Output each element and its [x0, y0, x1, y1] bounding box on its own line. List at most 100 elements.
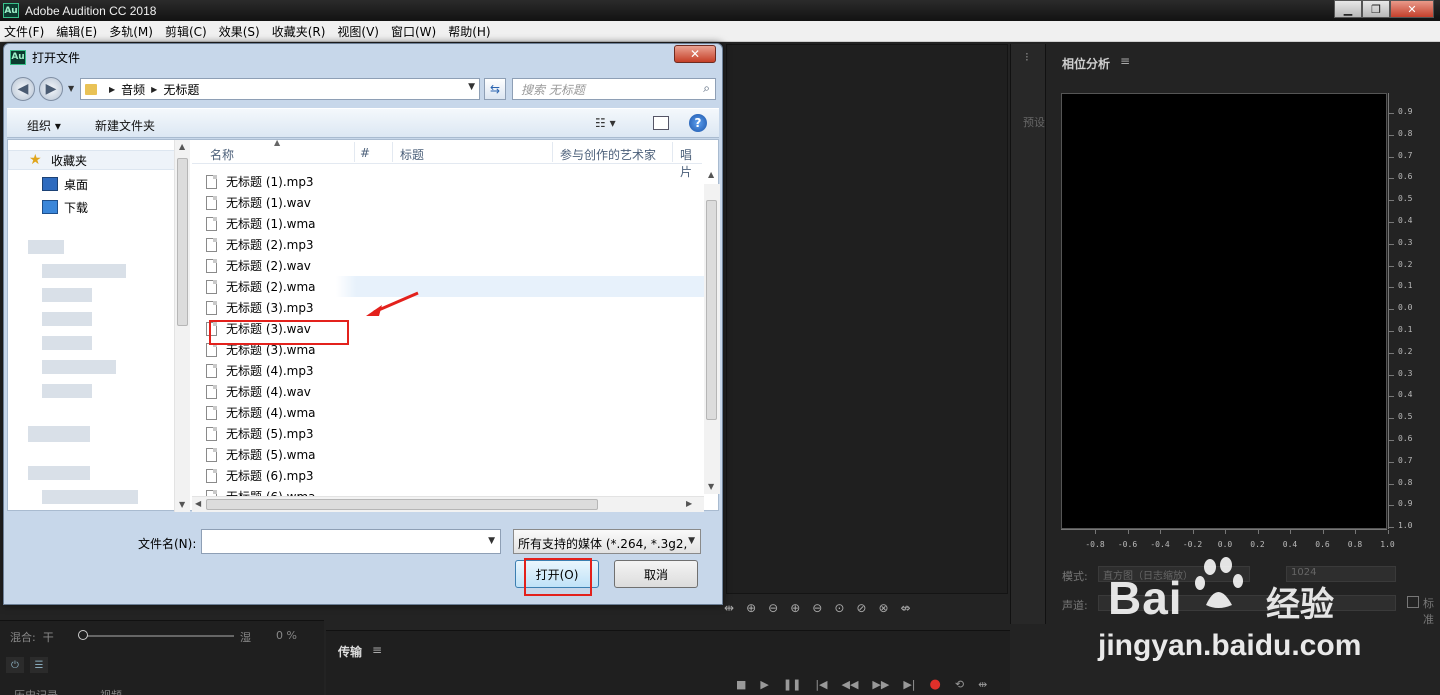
menu-favorites[interactable]: 收藏夹(R) [272, 23, 326, 40]
menu-clip[interactable]: 剪辑(C) [165, 23, 207, 40]
breadcrumb-audio[interactable]: 音频 [121, 81, 145, 98]
file-row[interactable]: 无标题 (2).wav [206, 255, 706, 276]
file-row[interactable]: 无标题 (3).mp3 [206, 297, 706, 318]
scroll-up-icon[interactable]: ▲ [179, 142, 185, 151]
horizontal-scrollbar[interactable]: ◀ ▶ [192, 496, 704, 512]
power-icon[interactable]: ⏻ [6, 657, 24, 673]
file-row[interactable]: 无标题 (6).mp3 [206, 465, 706, 486]
file-row[interactable]: 无标题 (4).wav [206, 381, 706, 402]
file-scrollbar[interactable]: ▲ ▼ [704, 170, 720, 494]
scroll-up-icon[interactable]: ▲ [708, 170, 714, 179]
scroll-down-icon[interactable]: ▼ [708, 482, 714, 491]
file-row[interactable]: 无标题 (5).wma [206, 444, 706, 465]
preview-pane-icon[interactable] [653, 116, 669, 130]
zoom-selection-icon[interactable]: ⊘ [856, 601, 866, 615]
list-icon[interactable]: ☰ [30, 657, 48, 673]
file-row[interactable]: 无标题 (1).mp3 [206, 171, 706, 192]
history-tab[interactable]: 历史记录 [14, 687, 58, 695]
x-axis: -0.8 -0.6 -0.4 -0.2 0.0 0.2 0.4 0.6 0.8 1.0 [1061, 529, 1395, 549]
filetype-dropdown-icon[interactable]: ▼ [688, 536, 695, 546]
zoom-full-icon[interactable]: ⊙ [834, 601, 844, 615]
nav-downloads[interactable]: 下载 [8, 197, 178, 217]
skip-back-icon[interactable]: |◀ [815, 678, 827, 691]
rewind-icon[interactable]: ◀◀ [841, 678, 858, 691]
stop-icon[interactable]: ■ [736, 678, 746, 691]
fast-forward-icon[interactable]: ▶▶ [872, 678, 889, 691]
nav-scroll-thumb[interactable] [177, 158, 188, 326]
file-row[interactable]: 无标题 (1).wma [206, 213, 706, 234]
filename-input[interactable]: ▼ [201, 529, 501, 554]
scroll-right-icon[interactable]: ▶ [686, 499, 692, 508]
chevron-right-icon[interactable]: ▶ [109, 85, 115, 94]
menu-window[interactable]: 窗口(W) [391, 23, 436, 40]
zoom-in-amplitude-icon[interactable]: ⊕ [746, 601, 756, 615]
nav-favorites[interactable]: ★ 收藏夹 [8, 150, 178, 170]
play-icon[interactable]: ▶ [760, 678, 768, 691]
search-input[interactable]: 搜索 无标题 ⌕ [512, 78, 716, 100]
close-icon[interactable]: ✕ [1390, 0, 1434, 18]
mix-slider-track[interactable] [84, 635, 234, 637]
scroll-down-icon[interactable]: ▼ [179, 500, 185, 509]
zoom-in-time-icon[interactable]: ⊕ [790, 601, 800, 615]
refresh-icon[interactable]: ⇆ [484, 78, 506, 100]
menu-view[interactable]: 视图(V) [337, 23, 379, 40]
minimize-icon[interactable]: ▁ [1334, 0, 1362, 18]
skip-selection-icon[interactable]: ⇹ [978, 678, 987, 691]
maximize-icon[interactable]: ❐ [1362, 0, 1390, 18]
cancel-button[interactable]: 取消 [614, 560, 698, 588]
nav-scrollbar[interactable]: ▲ ▼ [174, 140, 190, 512]
pause-icon[interactable]: ❚❚ [783, 678, 801, 691]
new-folder-button[interactable]: 新建文件夹 [95, 117, 155, 134]
playhead-icon[interactable]: ⇹ [724, 601, 734, 615]
skip-forward-icon[interactable]: ▶| [903, 678, 915, 691]
nav-desktop[interactable]: 桌面 [8, 174, 178, 194]
col-title[interactable]: 标题 [400, 146, 424, 163]
loop-icon[interactable]: ⟲ [955, 678, 964, 691]
chevron-right-icon[interactable]: ▶ [151, 85, 157, 94]
panel-menu-icon[interactable]: ⁝ [1025, 50, 1029, 64]
zoom-out-amplitude-icon[interactable]: ⊖ [768, 601, 778, 615]
back-icon[interactable]: ◀ [11, 77, 35, 101]
video-tab[interactable]: 视频 [100, 687, 122, 695]
file-row[interactable]: 无标题 (4).wma [206, 402, 706, 423]
file-row[interactable]: 无标题 (1).wav [206, 192, 706, 213]
organize-button[interactable]: 组织 ▾ [27, 117, 61, 134]
h-scroll-thumb[interactable] [206, 499, 598, 510]
menu-effects[interactable]: 效果(S) [219, 23, 260, 40]
filetype-select[interactable]: 所有支持的媒体 (*.264, *.3g2, ▼ [513, 529, 701, 554]
zoom-left-icon[interactable]: ⊗ [878, 601, 888, 615]
menu-help[interactable]: 帮助(H) [448, 23, 490, 40]
help-icon[interactable]: ? [689, 114, 707, 132]
dialog-close-button[interactable]: ✕ [674, 45, 716, 63]
record-icon[interactable]: ● [930, 677, 941, 692]
col-artist[interactable]: 参与创作的艺术家 [560, 146, 656, 163]
menu-file[interactable]: 文件(F) [4, 23, 44, 40]
col-name[interactable]: 名称 [210, 146, 234, 163]
file-row[interactable]: 无标题 (2).wma [206, 276, 706, 297]
breadcrumb-untitled[interactable]: 无标题 [163, 81, 199, 98]
presets-label[interactable]: 预设 [1023, 114, 1045, 130]
panel-menu-icon[interactable]: ≡ [1120, 54, 1130, 68]
mix-slider-knob[interactable] [78, 630, 88, 640]
file-name: 无标题 (1).wma [226, 217, 316, 231]
history-dropdown-icon[interactable]: ▼ [68, 84, 74, 93]
file-row[interactable]: 无标题 (4).mp3 [206, 360, 706, 381]
panel-menu-icon[interactable]: ≡ [372, 643, 382, 657]
menu-multitrack[interactable]: 多轨(M) [109, 23, 153, 40]
file-row[interactable]: 无标题 (2).mp3 [206, 234, 706, 255]
address-dropdown-icon[interactable]: ▼ [468, 82, 475, 92]
address-bar[interactable]: ▶ 音频 ▶ 无标题 ▼ [80, 78, 480, 100]
menu-edit[interactable]: 编辑(E) [56, 23, 97, 40]
file-name: 无标题 (2).wma [226, 280, 316, 294]
standard-checkbox[interactable] [1407, 596, 1419, 608]
zoom-out-full-icon[interactable]: ⇎ [901, 601, 911, 615]
file-scroll-thumb[interactable] [706, 200, 717, 420]
col-number[interactable]: # [360, 146, 370, 160]
filename-dropdown-icon[interactable]: ▼ [488, 536, 495, 546]
forward-icon[interactable]: ▶ [39, 77, 63, 101]
file-row[interactable]: 无标题 (5).mp3 [206, 423, 706, 444]
view-options-icon[interactable]: ☷ ▾ [595, 116, 616, 130]
zoom-toolstrip: ⇹ ⊕ ⊖ ⊕ ⊖ ⊙ ⊘ ⊗ ⇎ [724, 596, 1008, 620]
scroll-left-icon[interactable]: ◀ [195, 499, 201, 508]
zoom-out-time-icon[interactable]: ⊖ [812, 601, 822, 615]
